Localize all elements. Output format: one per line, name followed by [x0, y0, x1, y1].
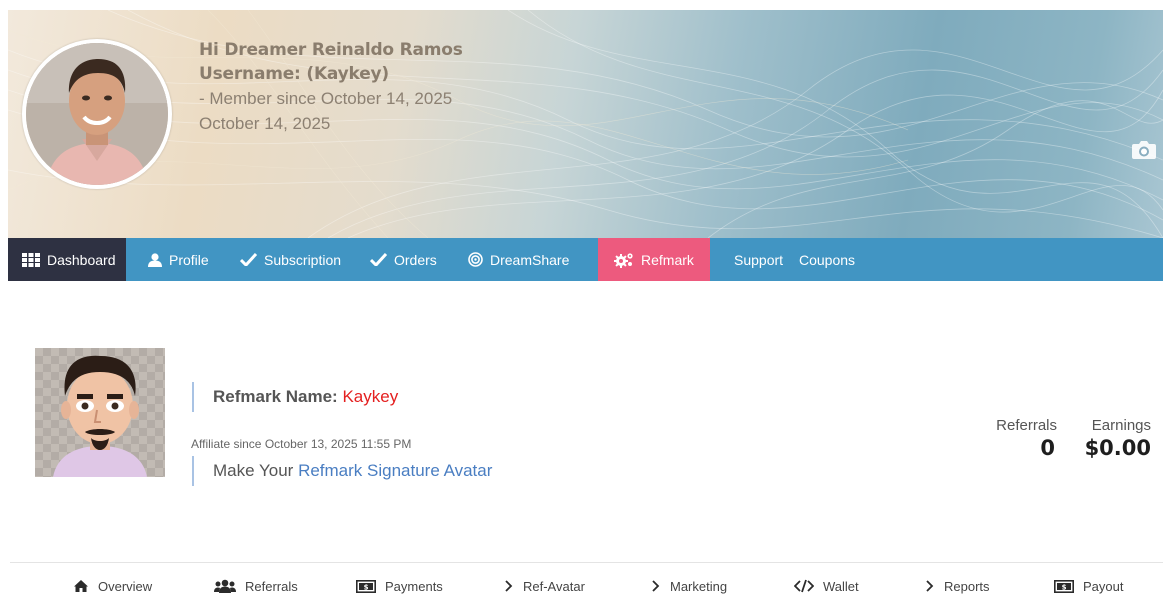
subnav-marketing[interactable]: Marketing: [651, 577, 727, 595]
subnav-overview-label: Overview: [98, 578, 153, 594]
check-icon: [370, 253, 387, 266]
banner-wave-pattern: [8, 10, 1163, 238]
referrals-value: 0: [1040, 436, 1055, 460]
check-icon: [240, 253, 257, 266]
nav-dreamshare-label: DreamShare: [490, 251, 570, 268]
subnav-payments[interactable]: $ Payments: [356, 577, 443, 595]
profile-info: Hi Dreamer Reinaldo Ramos Username: (Kay…: [199, 38, 463, 136]
grid-icon: [22, 252, 40, 267]
subnav-ref-avatar[interactable]: Ref-Avatar: [504, 577, 585, 595]
subnav-referrals[interactable]: Referrals: [214, 577, 298, 595]
users-icon: [214, 579, 236, 593]
nav-orders-label: Orders: [394, 251, 437, 268]
nav-refmark[interactable]: Refmark: [598, 238, 710, 281]
camera-icon[interactable]: [1131, 139, 1157, 160]
cogs-icon: [614, 252, 633, 268]
nav-subscription[interactable]: Subscription: [230, 238, 352, 281]
nav-dashboard[interactable]: Dashboard: [8, 238, 126, 281]
nav-dreamshare[interactable]: DreamShare: [456, 238, 598, 281]
subnav-payments-label: Payments: [385, 578, 443, 594]
username-text: Username: (Kaykey): [199, 64, 389, 84]
main-nav: Dashboard Profile Subscription Orders Dr…: [8, 238, 1163, 281]
subnav-payout[interactable]: $ Payout: [1054, 577, 1123, 595]
chevron-right-icon: [652, 580, 660, 592]
nav-refmark-label: Refmark: [641, 251, 694, 268]
profile-banner: Hi Dreamer Reinaldo Ramos Username: (Kay…: [8, 10, 1163, 238]
subnav-marketing-label: Marketing: [670, 578, 728, 594]
member-since-text: - Member since October 14, 2025: [199, 89, 453, 108]
code-icon: [794, 579, 814, 593]
target-icon: [468, 252, 483, 267]
subnav-referrals-label: Referrals: [245, 578, 298, 594]
chevron-right-icon: [926, 580, 934, 592]
subnav-overview[interactable]: Overview: [73, 577, 152, 595]
subnav-wallet[interactable]: Wallet: [794, 577, 859, 595]
nav-profile[interactable]: Profile: [126, 238, 230, 281]
section-divider: [10, 562, 1163, 563]
money-icon: $: [1054, 579, 1074, 593]
subnav-payout-label: Payout: [1083, 578, 1124, 594]
money-icon: $: [356, 579, 376, 593]
nav-profile-label: Profile: [169, 251, 209, 268]
nav-orders[interactable]: Orders: [352, 238, 456, 281]
nav-coupons[interactable]: Coupons: [797, 238, 877, 281]
refmark-name-accent: [192, 382, 194, 412]
earnings-value: $0.00: [1084, 436, 1151, 460]
subnav-reports-label: Reports: [944, 578, 990, 594]
subnav-ref-avatar-label: Ref-Avatar: [523, 578, 585, 594]
signature-accent: [192, 456, 194, 486]
refmark-name-label: Refmark Name:: [213, 387, 343, 406]
subnav-wallet-label: Wallet: [823, 578, 859, 594]
subnav-reports[interactable]: Reports: [925, 577, 990, 595]
affiliate-since-text: Affiliate since October 13, 2025 11:55 P…: [191, 437, 412, 451]
svg-text:$: $: [364, 583, 369, 591]
refmark-name: Refmark Name: Kaykey: [213, 387, 398, 407]
greeting-text: Hi Dreamer Reinaldo Ramos: [199, 40, 463, 60]
earnings-stat: Earnings $0.00: [1075, 417, 1151, 460]
chevron-right-icon: [505, 580, 513, 592]
profile-photo[interactable]: [22, 39, 172, 189]
refmark-name-value: Kaykey: [342, 387, 399, 406]
nav-support-label: Support: [734, 251, 784, 268]
user-icon: [148, 252, 162, 267]
refmark-signature-avatar-link[interactable]: Refmark Signature Avatar: [298, 461, 492, 480]
member-date-text: October 14, 2025: [199, 114, 331, 133]
nav-coupons-label: Coupons: [799, 251, 856, 268]
referrals-label: Referrals: [996, 417, 1057, 434]
svg-text:$: $: [1062, 583, 1067, 591]
make-signature-text: Make Your Refmark Signature Avatar: [213, 461, 492, 481]
refmark-avatar[interactable]: [35, 348, 165, 477]
nav-dashboard-label: Dashboard: [47, 251, 116, 268]
nav-support[interactable]: Support: [710, 238, 797, 281]
earnings-label: Earnings: [1091, 417, 1151, 434]
referrals-stat: Referrals 0: [982, 417, 1057, 460]
make-signature-prefix: Make Your: [213, 461, 299, 480]
home-icon: [74, 580, 88, 592]
nav-subscription-label: Subscription: [264, 251, 342, 268]
